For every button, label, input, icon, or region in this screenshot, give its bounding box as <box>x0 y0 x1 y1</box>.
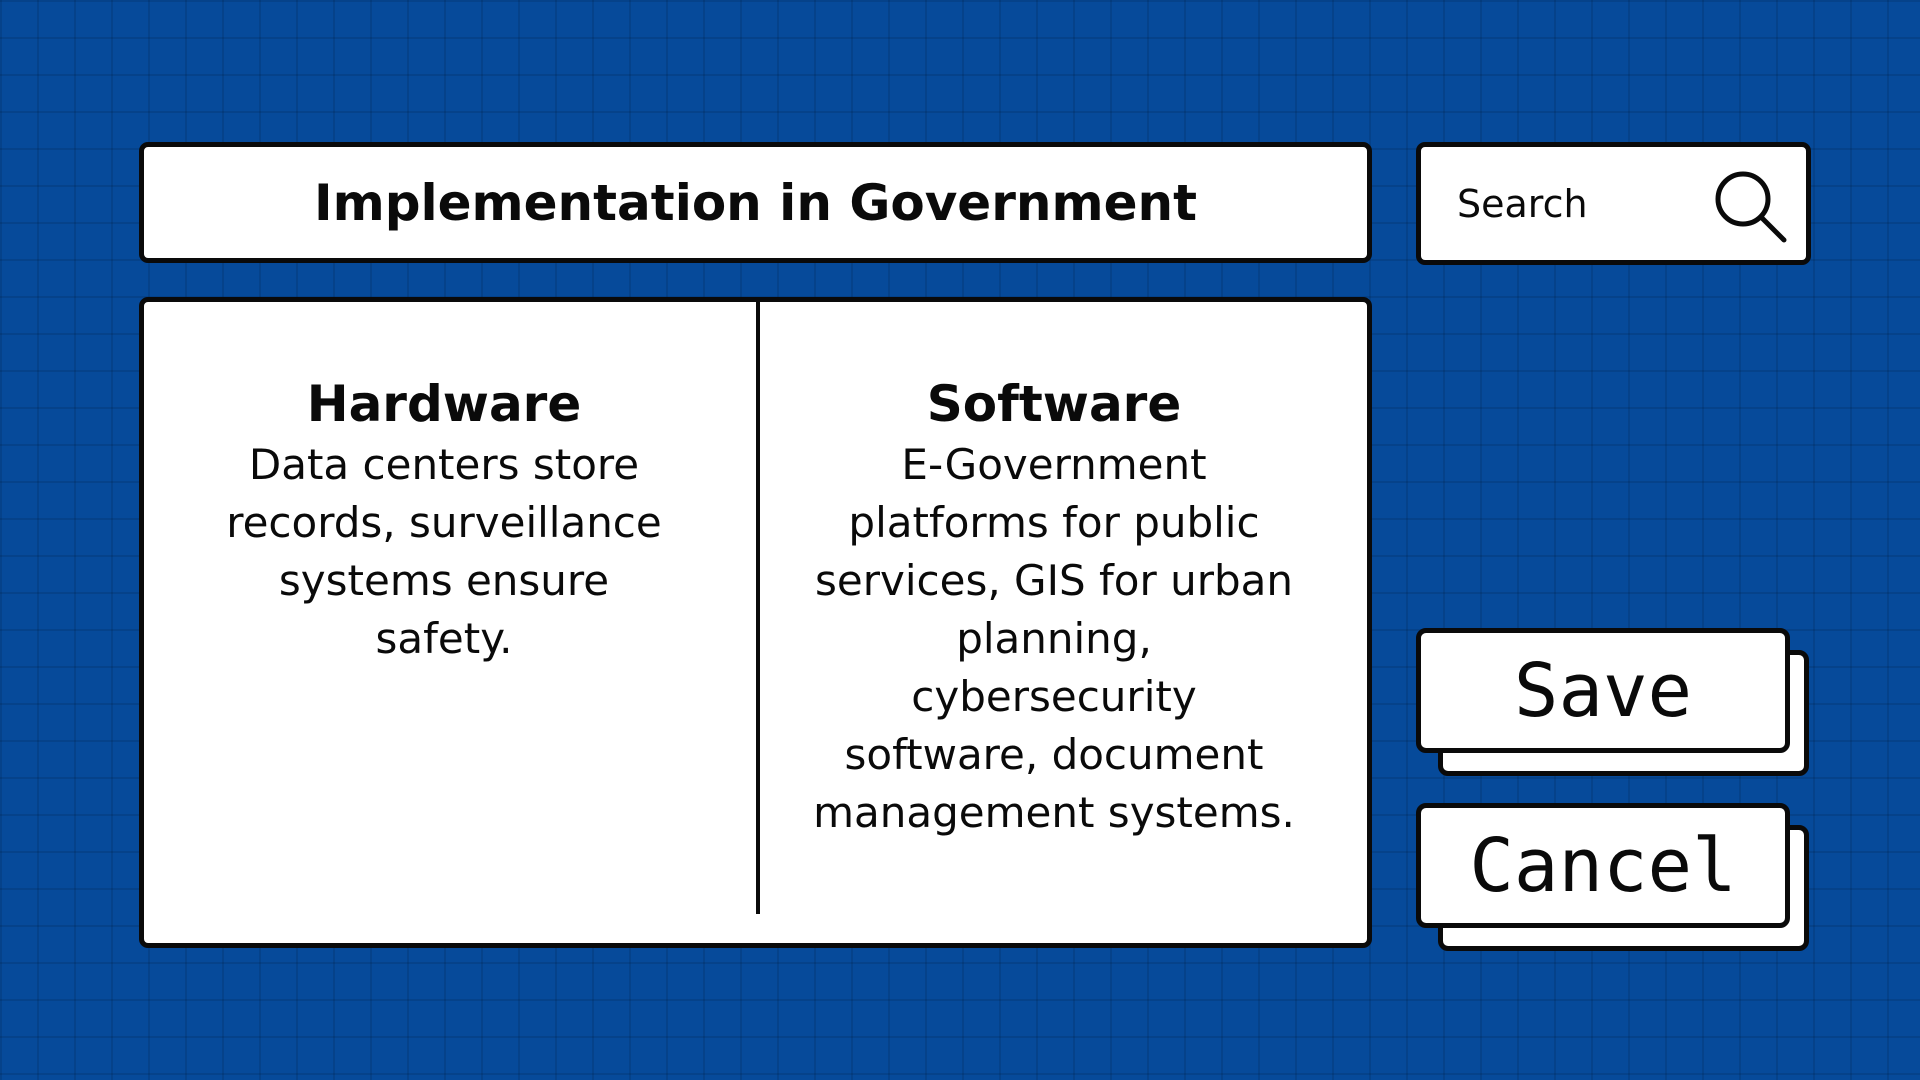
software-description: E-Government platforms for public servic… <box>813 440 1295 837</box>
content-panel: Hardware Data centers store records, sur… <box>139 297 1372 948</box>
save-button-group: Save <box>1416 628 1809 778</box>
search-box[interactable] <box>1416 142 1811 265</box>
save-button[interactable]: Save <box>1416 628 1790 753</box>
cancel-button[interactable]: Cancel <box>1416 803 1790 928</box>
title-bar: Implementation in Government <box>139 142 1372 263</box>
software-heading: Software <box>926 375 1182 433</box>
cancel-button-label: Cancel <box>1469 822 1737 909</box>
save-button-label: Save <box>1513 647 1693 734</box>
hardware-description: Data centers store records, surveillance… <box>226 440 662 663</box>
search-icon[interactable] <box>1711 167 1791 247</box>
software-column: Software E-Government platforms for publ… <box>809 372 1299 842</box>
hardware-column: Hardware Data centers store records, sur… <box>204 372 684 668</box>
page-title: Implementation in Government <box>314 173 1197 232</box>
hardware-heading: Hardware <box>306 375 582 433</box>
column-divider <box>756 302 760 914</box>
search-input[interactable] <box>1457 147 1687 260</box>
cancel-button-group: Cancel <box>1416 803 1809 953</box>
